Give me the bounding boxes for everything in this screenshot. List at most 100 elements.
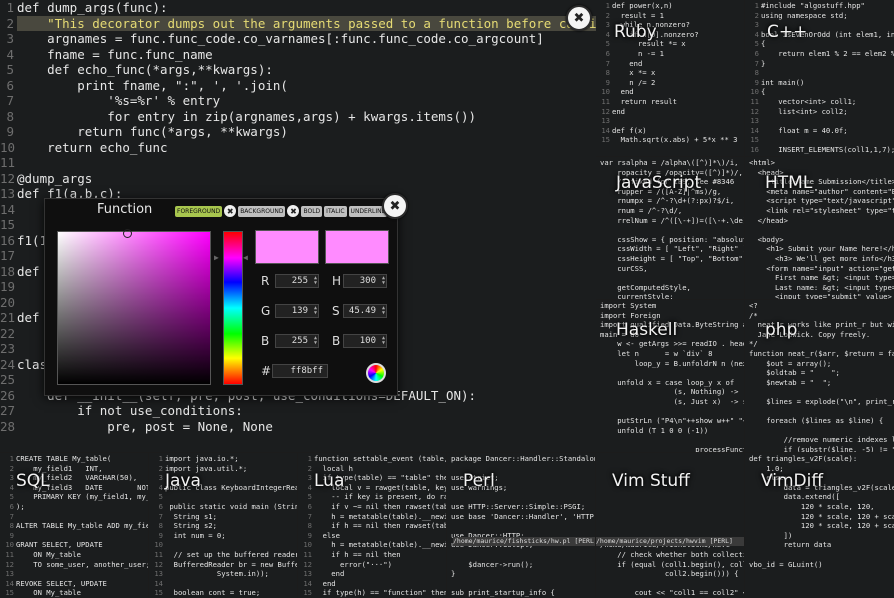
g-field[interactable]: 139 ▲ ▼ (275, 304, 319, 318)
line-number: 22 (0, 325, 16, 341)
r-field[interactable]: 255 ▲ ▼ (275, 274, 319, 288)
current-color-swatch (255, 230, 319, 264)
line-number: 4 (754, 29, 759, 39)
haskell-label: Haskell (616, 320, 678, 340)
code-line: <h3> We'll get more info</h3> (749, 254, 894, 263)
code-line: String s1; (165, 511, 217, 521)
g-label: G (261, 304, 271, 318)
saturation-value-field[interactable] (57, 229, 211, 385)
line-number: 2 (754, 10, 759, 20)
tab-background[interactable]: BACKGROUND (238, 205, 286, 217)
line-number: 8 (307, 521, 312, 531)
tab-italic[interactable]: ITALIC (324, 205, 347, 217)
color-picker-dialog[interactable]: Function FOREGROUND ✖ BACKGROUND ✖ BOLD … (44, 198, 398, 396)
b-field[interactable]: 255 ▲ ▼ (275, 334, 319, 348)
r-spinner-icon[interactable]: ▲ ▼ (314, 276, 317, 286)
code-line: public static void main (String[] args) (169, 502, 297, 511)
line-number: 11 (5, 550, 14, 559)
code-line: <link rel="stylesheet" type="text/css"> (766, 206, 894, 215)
line-number: 25 (0, 372, 16, 387)
code-line: GRANT SELECT, UPDATE (16, 540, 103, 550)
code-line: def f(x) (612, 125, 647, 135)
line-number: 26 (0, 387, 16, 403)
code-line: let n = w `div` 8 (600, 349, 713, 358)
hex-input[interactable]: ff8bff (272, 364, 328, 378)
vimdiff-pane[interactable]: def triangles_v2F(scale): 1.0; else: dat… (745, 453, 894, 598)
javascript-pane[interactable]: var rsalpha = /alpha\([^)]*\)/i, ropacit… (596, 157, 744, 299)
line-number: 19 (0, 279, 16, 294)
line-number: 8 (605, 68, 610, 78)
html-pane[interactable]: <html> <head> <title>Name Submission</ti… (745, 157, 894, 299)
line-number: 1 (9, 454, 14, 463)
code-line: end (314, 569, 345, 579)
line-number: 20 (0, 294, 16, 310)
sv-cursor[interactable] (123, 229, 132, 238)
hue-slider[interactable] (223, 231, 243, 385)
line-number: 8 (9, 521, 14, 531)
ruby-pane[interactable]: 1 def power(x,n) 2 result = 13 while n.non… (596, 0, 744, 156)
php-pane[interactable]: <?/* neat_r works like print_r but with … (745, 300, 894, 452)
php-label: php (765, 320, 798, 340)
code-line: if (substr($line, -5) != "Arr (749, 445, 894, 452)
code-line: function neat_r($arr, $return = false) (749, 349, 894, 358)
line-number: 7 (158, 511, 163, 521)
code-line: if (equal (coll1.begin(), coll1 (600, 559, 744, 569)
picker-title: Function (97, 202, 153, 217)
clear-foreground-icon[interactable]: ✖ (224, 205, 237, 217)
s-field[interactable]: 45.49 ▲ ▼ (343, 304, 387, 318)
haskell-pane[interactable]: import System import Foreign import qualif… (596, 300, 744, 452)
line-number: 4 (307, 482, 312, 492)
h-field[interactable]: 300 ▲ ▼ (343, 274, 387, 288)
line-number: 11 (601, 97, 610, 106)
code-line: Last name: &gt; <input type="text"> (774, 282, 894, 292)
code-line: BufferedReader br = new BufferedReader (173, 559, 297, 569)
line-number: 8 (6, 108, 14, 124)
b-spinner-icon[interactable]: ▲ ▼ (314, 336, 317, 346)
code-line: print fname, ":", ', '.join( (17, 77, 288, 93)
line-number: 2 (605, 10, 610, 20)
java-pane[interactable]: 1 import java.io.*; 2 import java.util.*; 3 4… (149, 453, 297, 598)
tab-bold[interactable]: BOLD (301, 205, 323, 217)
line-number: 6 (158, 502, 163, 511)
code-line: import java.io.*; (165, 454, 239, 463)
code-line: ON My_table (16, 588, 81, 598)
previous-color-swatch[interactable] (325, 230, 389, 264)
tab-foreground[interactable]: FOREGROUND (175, 205, 223, 217)
close-button[interactable]: ✖ (566, 5, 592, 31)
cpp-pane[interactable]: 1 #include "algostuff.hpp" 2 using namespac… (745, 0, 894, 156)
line-number: 24 (0, 356, 16, 372)
h-spinner-icon[interactable]: ▲ ▼ (382, 276, 385, 286)
r-value: 255 (291, 276, 308, 286)
code-line: end (612, 58, 643, 68)
clear-background-icon[interactable]: ✖ (287, 205, 300, 217)
hex-label: # (261, 364, 272, 378)
javascript-label: JavaScript (616, 173, 702, 193)
line-number: 8 (158, 521, 163, 531)
code-line: return elem1 % 2 == elem2 % 2; (761, 49, 894, 58)
line-number: 21 (0, 310, 16, 325)
lua-pane[interactable]: 1function settable_event (table, key, va… (298, 453, 446, 598)
code-line: int main() (761, 77, 805, 87)
line-number: 5 (6, 62, 14, 77)
s-spinner-icon[interactable]: ▲ ▼ (382, 306, 385, 316)
code-line: ); (16, 502, 25, 511)
code-line: ALTER TABLE My_table ADD my_field4 NUMBE… (16, 521, 148, 531)
picker-close-button[interactable]: ✖ (382, 193, 408, 219)
line-number: 18 (0, 263, 16, 279)
color-wheel-icon[interactable] (366, 363, 386, 383)
brightness-spinner-icon[interactable]: ▲ ▼ (382, 336, 385, 346)
code-line: result = 1 (612, 10, 664, 20)
code-line: <html> (749, 158, 775, 167)
line-number: 11 (303, 550, 312, 559)
code-line: h = metatable(table).__newindex (331, 511, 446, 521)
perl-pane[interactable]: package Dancer::Handler::Standalone; use … (447, 453, 595, 598)
line-number: 3 (605, 20, 610, 30)
line-number: 13 (601, 116, 610, 126)
line-number: 5 (754, 39, 759, 49)
line-number: 3 (9, 473, 14, 483)
code-line: n -= 1 (612, 49, 664, 58)
brightness-field[interactable]: 100 ▲ ▼ (343, 334, 387, 348)
vim-pane[interactable]: /home/maurice/.fishsticks/hw.c // check … (596, 453, 744, 598)
g-spinner-icon[interactable]: ▲ ▼ (314, 306, 317, 316)
sql-pane[interactable]: 1 CREATE TABLE My_table(2 my_field1 INT, 3… (0, 453, 148, 598)
